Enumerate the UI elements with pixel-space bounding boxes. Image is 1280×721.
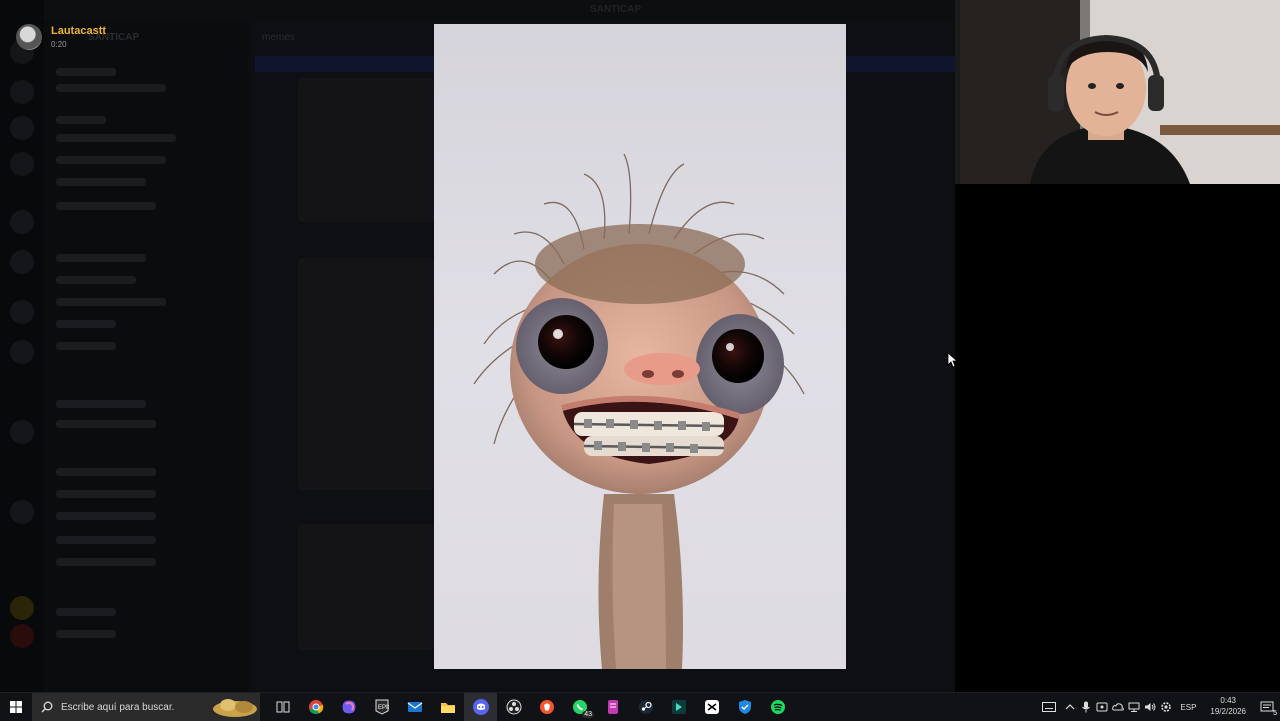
mail-icon[interactable] (398, 693, 431, 721)
channel-row (56, 608, 116, 616)
channel-row (56, 134, 176, 142)
channel-name: memes (262, 32, 295, 43)
clock-time: 0:43 (1220, 696, 1236, 706)
clock[interactable]: 0:43 19/2/2026 (1210, 696, 1246, 718)
channel-row (56, 276, 136, 284)
onedrive-icon[interactable] (1110, 693, 1126, 721)
channel-row (56, 254, 146, 262)
attachment-thumbnail (298, 524, 434, 650)
steam-icon[interactable] (629, 693, 662, 721)
channel-list (44, 20, 248, 692)
brave-icon[interactable] (530, 693, 563, 721)
copilot-icon[interactable] (332, 693, 365, 721)
system-tray: ESP 0:43 19/2/2026 5 (1036, 693, 1280, 721)
server-sidebar (0, 0, 44, 692)
channel-row (56, 490, 156, 498)
channel-row (56, 630, 116, 638)
image-viewer[interactable] (434, 24, 846, 669)
spotify-icon[interactable] (761, 693, 794, 721)
server-icon (10, 152, 34, 176)
chrome-icon[interactable] (299, 693, 332, 721)
notifications-badge: 5 (1273, 710, 1277, 717)
uploader-name: Lautacastt (51, 24, 107, 37)
epic-games-icon[interactable]: EPIC (365, 693, 398, 721)
uploader-time: 0:20 (51, 39, 67, 49)
channel-row (56, 342, 116, 350)
notifications-icon[interactable]: 5 (1254, 693, 1280, 721)
channel-row (56, 178, 146, 186)
channel-row (56, 84, 166, 92)
taskbar-search[interactable] (32, 693, 260, 721)
discord-icon[interactable] (464, 693, 497, 721)
window-title: SANTICAP (590, 4, 642, 15)
avatar (16, 24, 42, 50)
server-icon (10, 500, 34, 524)
channel-row (56, 68, 116, 76)
mouse-cursor-icon (947, 352, 957, 368)
network-icon[interactable] (1126, 693, 1142, 721)
channel-row (56, 202, 156, 210)
chevron-up-icon[interactable] (1062, 693, 1078, 721)
attachment-thumbnail (298, 258, 434, 490)
whatsapp-icon[interactable]: 43 (563, 693, 596, 721)
search-icon (41, 701, 53, 713)
svg-text:EPIC: EPIC (378, 705, 389, 711)
server-icon (10, 250, 34, 274)
keyboard-icon[interactable] (1036, 693, 1062, 721)
server-icon (10, 300, 34, 324)
obs-icon[interactable] (497, 693, 530, 721)
search-input[interactable] (59, 700, 213, 714)
microphone-icon[interactable] (1078, 693, 1094, 721)
windows-icon (10, 701, 22, 713)
channel-row (56, 116, 106, 124)
server-icon (10, 624, 34, 648)
server-icon (10, 210, 34, 234)
taskbar: EPIC 43 (0, 692, 1280, 721)
channel-row (56, 420, 156, 428)
device-icon[interactable] (1094, 693, 1110, 721)
channel-row (56, 320, 116, 328)
settings-gear-icon[interactable] (1158, 693, 1174, 721)
channel-row (56, 468, 156, 476)
search-highlight-icon (213, 699, 257, 717)
server-icon (10, 420, 34, 444)
server-icon (10, 116, 34, 140)
volume-icon[interactable] (1142, 693, 1158, 721)
channel-row (56, 400, 146, 408)
channel-row (56, 558, 156, 566)
start-button[interactable] (0, 693, 32, 721)
capcut-icon[interactable] (695, 693, 728, 721)
server-icon (10, 596, 34, 620)
streamer-figure (1030, 34, 1190, 184)
uploader-info: Lautacastt 0:20 (16, 24, 106, 50)
whatsapp-badge: 43 (582, 711, 594, 718)
language-indicator[interactable]: ESP (1180, 703, 1196, 712)
channel-row (56, 512, 156, 520)
taskbar-apps: EPIC 43 (266, 693, 794, 721)
channel-row (56, 156, 166, 164)
channel-row (56, 298, 166, 306)
task-view-icon[interactable] (266, 693, 299, 721)
attachment-thumbnail (298, 78, 434, 222)
launcher-icon[interactable] (662, 693, 695, 721)
security-icon[interactable] (728, 693, 761, 721)
creature-image (473, 153, 805, 669)
server-icon (10, 340, 34, 364)
clock-date: 19/2/2026 (1210, 707, 1246, 716)
notes-icon[interactable] (596, 693, 629, 721)
channel-row (56, 536, 156, 544)
file-explorer-icon[interactable] (431, 693, 464, 721)
server-icon (10, 80, 34, 104)
